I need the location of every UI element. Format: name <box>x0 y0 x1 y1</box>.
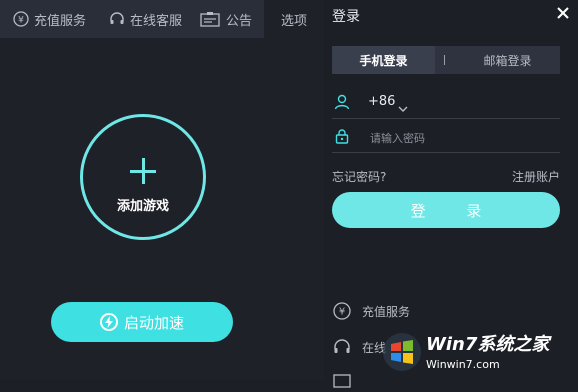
yen-icon: ¥ <box>12 10 30 28</box>
notice-nav-item[interactable]: 公告 <box>200 0 252 38</box>
forgot-password-link[interactable]: 忘记密码? <box>332 168 386 185</box>
add-game-button[interactable]: 添加游戏 <box>80 114 206 240</box>
side-recharge-label: 充值服务 <box>362 304 411 319</box>
notice-label: 公告 <box>226 13 253 29</box>
user-icon <box>334 94 350 110</box>
recharge-nav-item[interactable]: ¥ 充值服务 <box>12 0 86 38</box>
password-input[interactable]: 请输入密码 <box>370 130 425 146</box>
tab-phone-login[interactable]: 手机登录 <box>332 46 435 74</box>
svg-text:¥: ¥ <box>18 16 24 26</box>
tab-email-login[interactable]: 邮箱登录 <box>455 46 560 74</box>
lightning-icon <box>99 313 118 331</box>
online-service-label: 在线客服 <box>130 13 183 29</box>
yen-icon: ¥ <box>332 301 352 321</box>
side-recharge-item[interactable]: ¥ 充值服务 <box>332 300 410 322</box>
login-tabs: 手机登录 邮箱登录 <box>332 46 560 74</box>
chevron-down-icon[interactable] <box>398 98 408 112</box>
headset-icon <box>108 10 126 28</box>
start-acceleration-label: 启动加速 <box>123 313 184 332</box>
country-code-select[interactable]: +86 <box>368 94 395 109</box>
password-row[interactable]: 请输入密码 <box>332 124 560 153</box>
close-icon[interactable] <box>554 4 572 22</box>
watermark-brand: Win7系统之家 <box>426 334 550 355</box>
options-tab[interactable]: 选项 <box>264 0 324 38</box>
phone-row[interactable]: +86 <box>332 90 560 119</box>
plus-icon-vertical <box>141 158 145 184</box>
main-panel: ¥ 充值服务 在线客服 公告 选项 添加游戏 启动加速 <box>0 0 324 380</box>
headset-icon <box>332 337 352 357</box>
windows-logo-icon <box>383 333 421 371</box>
login-panel: 登录 手机登录 邮箱登录 +86 请输入密码 忘记密码? 注册账户 登 录 ¥ … <box>324 0 578 388</box>
register-link[interactable]: 注册账户 <box>512 168 560 185</box>
login-title: 登录 <box>332 9 360 25</box>
notice-board-icon <box>200 10 220 28</box>
watermark-url: Winwin7.com <box>426 358 500 371</box>
tab-divider <box>444 55 445 65</box>
start-acceleration-button[interactable]: 启动加速 <box>51 302 233 342</box>
side-notice-item[interactable] <box>332 370 362 392</box>
notice-board-icon <box>332 371 352 391</box>
svg-text:¥: ¥ <box>339 307 345 318</box>
watermark: Win7系统之家 Winwin7.com <box>380 326 578 380</box>
side-online-service-item[interactable]: 在线 <box>332 336 386 358</box>
login-button[interactable]: 登 录 <box>332 192 560 228</box>
recharge-label: 充值服务 <box>34 13 87 29</box>
online-service-nav-item[interactable]: 在线客服 <box>108 0 182 38</box>
lock-icon <box>334 128 350 144</box>
add-game-label: 添加游戏 <box>116 199 169 214</box>
top-nav: ¥ 充值服务 在线客服 公告 选项 <box>0 0 324 38</box>
